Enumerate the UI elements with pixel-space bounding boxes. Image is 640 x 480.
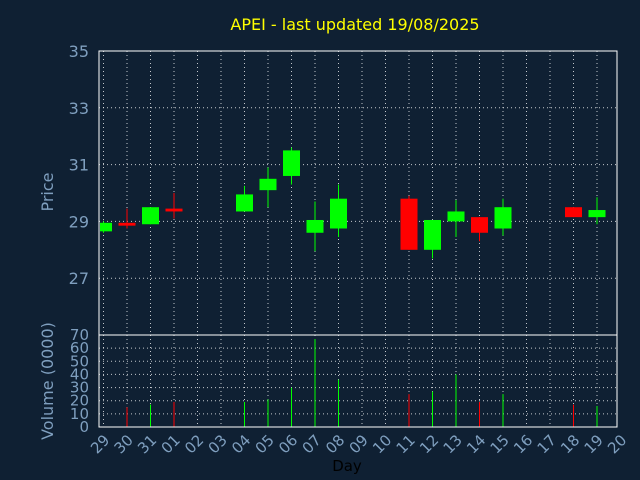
chart-canvas: APEI - last updated 19/08/2025 Price Vol… bbox=[0, 0, 640, 480]
candle-body bbox=[118, 222, 136, 226]
volume-tick-label: 70 bbox=[70, 326, 89, 344]
stock-chart: APEI - last updated 19/08/2025 Price Vol… bbox=[0, 0, 640, 480]
candle-body bbox=[588, 210, 606, 218]
price-tick-label: 35 bbox=[69, 42, 89, 61]
candle-body bbox=[165, 208, 183, 212]
candle-body bbox=[142, 207, 159, 225]
candle-body bbox=[400, 198, 418, 250]
candle-body bbox=[424, 219, 441, 250]
price-tick-label: 33 bbox=[69, 99, 89, 118]
price-tick-label: 27 bbox=[69, 269, 89, 288]
candle-body bbox=[565, 207, 582, 218]
candle-body bbox=[283, 150, 300, 176]
volume-axis-label: Volume (0000) bbox=[38, 322, 57, 440]
candle-body bbox=[471, 217, 488, 233]
volume-ticks: 010203040506070 bbox=[70, 326, 89, 436]
candle-body bbox=[306, 219, 324, 233]
candle-body bbox=[494, 207, 512, 229]
candle-body bbox=[330, 198, 347, 229]
candle-body bbox=[236, 194, 253, 212]
candle-body bbox=[100, 222, 112, 232]
x-axis-label: Day bbox=[332, 457, 362, 475]
chart-title: APEI - last updated 19/08/2025 bbox=[230, 15, 479, 34]
day-ticks: 2930310102030405060708091011121314151617… bbox=[87, 431, 630, 457]
chart-background bbox=[0, 0, 640, 480]
candle-body bbox=[447, 211, 465, 222]
price-axis-label: Price bbox=[38, 172, 57, 211]
price-tick-label: 31 bbox=[69, 156, 89, 175]
price-tick-label: 29 bbox=[69, 212, 89, 231]
candle-body bbox=[259, 178, 277, 191]
